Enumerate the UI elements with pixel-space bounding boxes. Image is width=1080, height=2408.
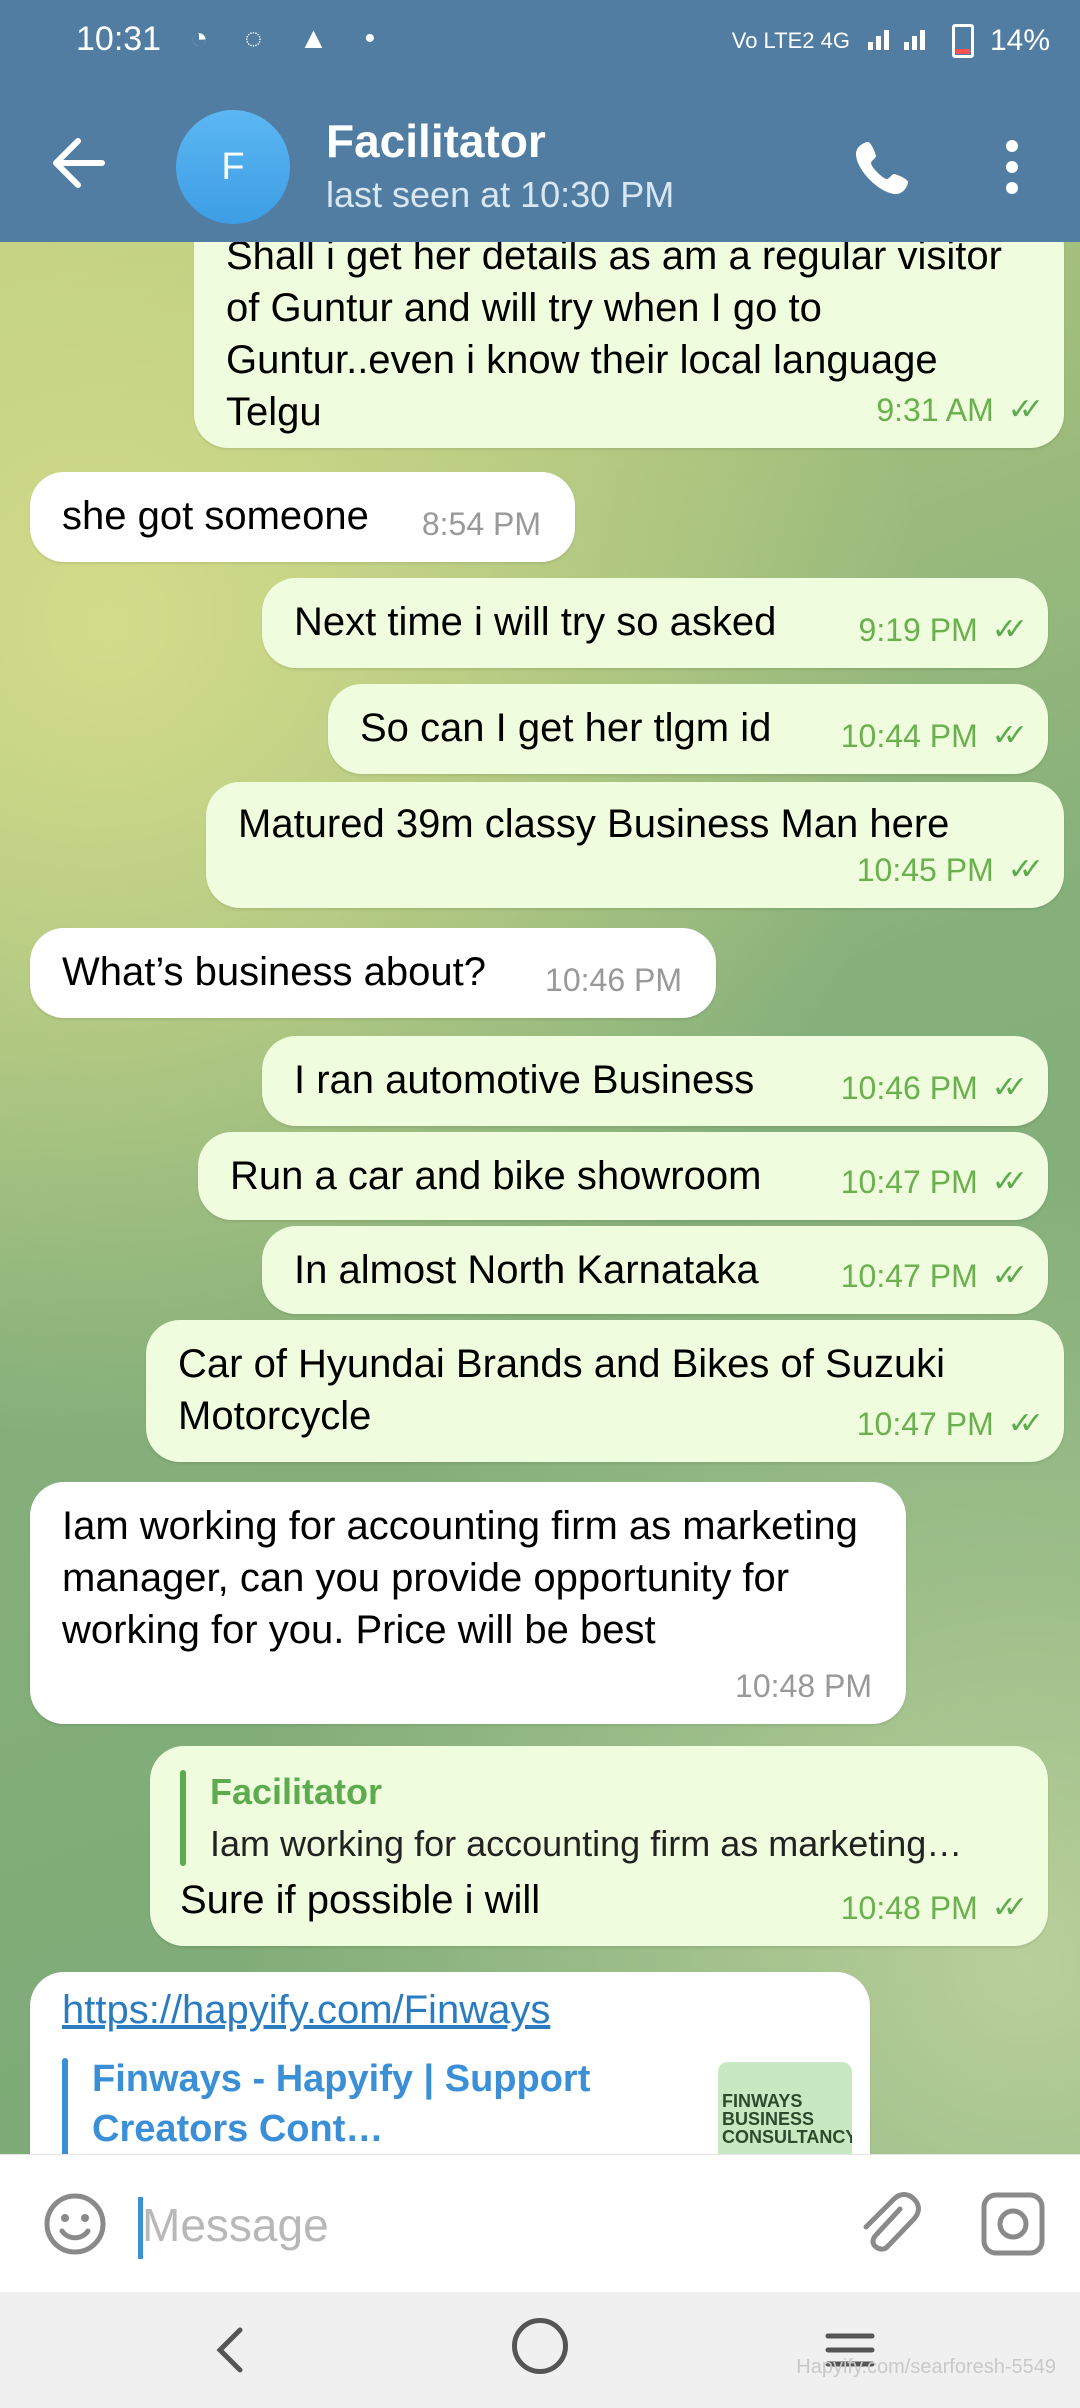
message-bubble[interactable]: Car of Hyundai Brands and Bikes of Suzuk… [146, 1320, 1064, 1462]
message-time: 9:31 AM [876, 392, 994, 428]
message-bubble[interactable]: Iam working for accounting firm as marke… [30, 1482, 906, 1724]
message-input[interactable] [140, 2185, 824, 2265]
double-check-icon: ✓✓ [991, 719, 1028, 752]
message-meta: 10:47 PM ✓✓ [840, 1156, 1028, 1208]
message-composer [0, 2154, 1080, 2293]
message-time: 8:54 PM [421, 506, 541, 542]
message-text: Run a car and bike showroom [230, 1154, 762, 1198]
double-check-icon: ✓✓ [991, 613, 1028, 646]
last-seen-status: last seen at 10:30 PM [326, 174, 675, 215]
nav-home-icon[interactable] [512, 2318, 568, 2374]
message-link[interactable]: https://hapyify.com/Finways [62, 1984, 550, 2036]
message-time: 10:46 PM [545, 962, 682, 998]
more-options-icon[interactable] [990, 132, 1034, 202]
message-time: 10:47 PM [840, 1258, 978, 1294]
signal-icon [866, 22, 936, 60]
message-time: 10:47 PM [840, 1164, 978, 1200]
link-preview-indicator [62, 2058, 68, 2154]
message-time: 10:45 PM [856, 852, 994, 888]
message-meta: 10:44 PM ✓✓ [840, 710, 1028, 762]
double-check-icon: ✓✓ [991, 1259, 1028, 1292]
message-meta: 10:45 PM ✓✓ [856, 844, 1044, 896]
avatar[interactable]: F [176, 110, 290, 224]
status-right: Vo LTE2 4G 14% [732, 22, 1050, 60]
camera-icon[interactable] [976, 2187, 1050, 2261]
reply-sender: Facilitator [210, 1771, 383, 1812]
message-text: Sure if possible i will [180, 1878, 541, 1922]
message-bubble[interactable]: Shall i get her details as am a regular … [194, 242, 1064, 448]
message-time: 10:46 PM [840, 1070, 978, 1106]
battery-icon [951, 24, 974, 58]
double-check-icon: ✓✓ [991, 1165, 1028, 1198]
emoji-icon[interactable] [40, 2189, 110, 2259]
message-meta: 9:19 PM ✓✓ [858, 604, 1029, 656]
reply-indicator [180, 1770, 186, 1866]
double-check-icon: ✓✓ [1007, 853, 1044, 886]
status-notification-icons: ◔ ◌ ▲ • [190, 22, 390, 55]
phone-icon[interactable] [850, 136, 914, 200]
message-time: 10:48 PM [735, 1668, 872, 1704]
message-bubble[interactable]: Matured 39m classy Business Man here 10:… [206, 782, 1064, 908]
status-bar: 10:31 ◔ ◌ ▲ • Vo LTE2 4G 14% [0, 0, 1080, 88]
message-meta: 9:31 AM ✓✓ [876, 384, 1044, 436]
paperclip-icon[interactable] [850, 2187, 924, 2261]
message-bubble[interactable]: So can I get her tlgm id 10:44 PM ✓✓ [328, 684, 1048, 774]
message-text: she got someone [62, 494, 369, 538]
message-text: In almost North Karnataka [294, 1248, 759, 1292]
chat-title[interactable]: Facilitator [326, 114, 546, 168]
message-time: 9:19 PM [858, 612, 978, 648]
message-list[interactable]: Shall i get her details as am a regular … [0, 242, 1080, 2154]
message-meta: 10:47 PM ✓✓ [856, 1398, 1044, 1450]
message-text: I ran automotive Business [294, 1058, 755, 1102]
link-preview-title[interactable]: Finways - Hapyify | Support Creators Con… [92, 2054, 712, 2154]
message-text: What’s business about? [62, 950, 486, 994]
battery-percent: 14% [989, 24, 1050, 57]
message-time: 10:47 PM [856, 1406, 994, 1442]
link-preview-thumbnail[interactable]: FINWAYS BUSINESS CONSULTANCY [718, 2062, 852, 2154]
double-check-icon: ✓✓ [991, 1071, 1028, 1104]
message-meta: 10:48 PM ✓✓ [840, 1882, 1028, 1934]
message-text: So can I get her tlgm id [360, 706, 772, 750]
message-bubble[interactable]: she got someone 8:54 PM [30, 472, 575, 562]
watermark: Hapyify.com/searforesh-5549 [796, 2356, 1056, 2378]
message-text: Iam working for accounting firm as marke… [62, 1504, 858, 1652]
link-message-bubble[interactable]: https://hapyify.com/Finways Finways - Ha… [30, 1972, 870, 2154]
message-bubble[interactable]: Run a car and bike showroom 10:47 PM ✓✓ [198, 1132, 1048, 1220]
message-bubble[interactable]: In almost North Karnataka 10:47 PM ✓✓ [262, 1226, 1048, 1314]
message-time: 10:48 PM [840, 1890, 978, 1926]
message-meta: 10:47 PM ✓✓ [840, 1250, 1028, 1302]
message-meta: 10:46 PM ✓✓ [840, 1062, 1028, 1114]
message-bubble[interactable]: Next time i will try so asked 9:19 PM ✓✓ [262, 578, 1048, 668]
message-time: 10:44 PM [840, 718, 978, 754]
message-text: Matured 39m classy Business Man here [238, 802, 950, 846]
message-text: Next time i will try so asked [294, 600, 777, 644]
message-bubble[interactable]: What’s business about? 10:46 PM [30, 928, 716, 1018]
chat-header: F Facilitator last seen at 10:30 PM [0, 88, 1080, 242]
network-indicator: Vo LTE2 4G [731, 28, 850, 53]
message-bubble[interactable]: I ran automotive Business 10:46 PM ✓✓ [262, 1036, 1048, 1126]
double-check-icon: ✓✓ [1007, 1407, 1044, 1440]
reply-snippet: Iam working for accounting firm as marke… [210, 1823, 963, 1864]
double-check-icon: ✓✓ [1007, 393, 1044, 426]
system-navigation-bar: Hapyify.com/searforesh-5549 [0, 2292, 1080, 2408]
back-arrow-icon[interactable] [44, 128, 114, 198]
status-time: 10:31 [76, 20, 162, 58]
message-bubble[interactable]: Facilitator Iam working for accounting f… [150, 1746, 1048, 1946]
nav-back-icon[interactable] [200, 2320, 260, 2380]
double-check-icon: ✓✓ [991, 1891, 1028, 1924]
